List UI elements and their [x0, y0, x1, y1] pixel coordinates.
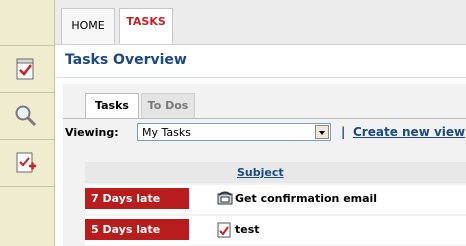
view-select[interactable]: My Tasks [137, 123, 331, 141]
column-header-subject[interactable]: Subject [237, 166, 284, 179]
table-row[interactable]: 7 Days late Get confirmation email [85, 183, 466, 214]
content-panel: Tasks To Dos Viewing: My Tasks | Create … [63, 84, 466, 246]
tab-tasks[interactable]: TASKS [119, 8, 173, 44]
task-subject[interactable]: Get confirmation email [235, 192, 377, 205]
subtab-tasks[interactable]: Tasks [85, 93, 139, 119]
sidebar-tasks-button[interactable] [0, 46, 54, 93]
top-tab-bar: HOME TASKS [55, 0, 466, 45]
sidebar [0, 0, 55, 246]
separator: | [341, 125, 346, 139]
add-task-icon [16, 152, 36, 173]
create-new-view-link[interactable]: Create new view [353, 125, 465, 139]
table-header: Subject [85, 162, 466, 183]
tasks-table: Subject 7 Days late Get confirmation ema… [85, 162, 466, 245]
subtab-divider [63, 118, 466, 119]
chevron-down-icon[interactable] [315, 125, 329, 139]
viewing-row: Viewing: My Tasks | Create new view [63, 122, 466, 144]
sidebar-search-button[interactable] [0, 93, 54, 140]
tab-home[interactable]: HOME [61, 8, 115, 44]
page-title: Tasks Overview [65, 52, 187, 68]
subtab-todos[interactable]: To Dos [141, 93, 195, 119]
task-subject[interactable]: test [235, 223, 260, 236]
title-row: Tasks Overview [55, 45, 466, 78]
table-row[interactable]: 5 Days late test [85, 214, 466, 245]
phone-icon [217, 191, 233, 205]
late-status-badge: 5 Days late [85, 219, 189, 240]
late-status-badge: 7 Days late [85, 188, 189, 209]
task-checklist-icon [16, 58, 34, 80]
sidebar-header [0, 0, 54, 46]
sidebar-add-task-button[interactable] [0, 140, 54, 187]
view-select-value: My Tasks [142, 126, 191, 139]
viewing-label: Viewing: [65, 126, 119, 139]
magnifier-icon [15, 105, 37, 127]
document-icon [217, 222, 231, 238]
